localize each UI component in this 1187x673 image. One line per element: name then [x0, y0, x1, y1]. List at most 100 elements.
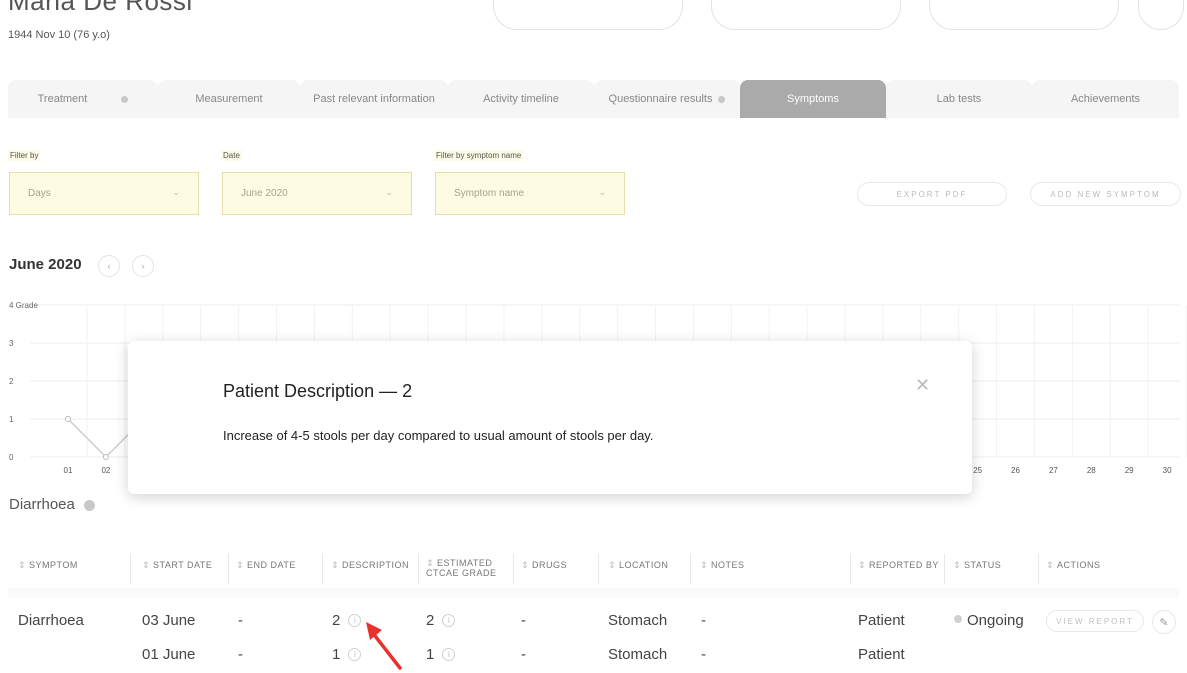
chevron-down-icon: ⌄ [598, 187, 606, 197]
cell-description: 1i [332, 646, 362, 663]
edit-icon[interactable]: ✎ [1152, 610, 1176, 634]
col-start-date[interactable]: ⇕ START DATE [142, 560, 212, 570]
status-label: Ongoing [967, 612, 1024, 629]
sort-icon: ⇕ [142, 560, 151, 570]
close-icon[interactable]: ✕ [915, 375, 930, 396]
cell-grade: 2i [426, 612, 456, 629]
tab-questionnaire-results[interactable]: Questionnaire results [594, 80, 740, 118]
cell-description: 2i [332, 612, 362, 629]
date-label: Date [221, 150, 242, 161]
header-pill-4[interactable] [1138, 0, 1184, 30]
symptom-status-dot [84, 500, 95, 511]
cell-notes: - [701, 612, 706, 629]
info-icon[interactable]: i [348, 648, 362, 661]
column-divider [322, 554, 323, 584]
filter-by-select[interactable]: Days ⌄ [9, 172, 199, 215]
data-point [102, 454, 109, 460]
col-location[interactable]: ⇕ LOCATION [608, 560, 668, 570]
sort-icon: ⇕ [18, 560, 27, 570]
col-description[interactable]: ⇕ DESCRIPTION [331, 560, 409, 570]
info-icon[interactable]: i [348, 614, 362, 627]
patient-dob: 1944 Nov 10 (76 y.o) [8, 29, 110, 41]
header-pill-1[interactable] [493, 0, 683, 30]
header-pill-3[interactable] [929, 0, 1119, 30]
cell-notes: - [701, 646, 706, 663]
col-end-date[interactable]: ⇕ END DATE [236, 560, 296, 570]
cell-grade: 1i [426, 646, 456, 663]
tab-activity-timeline[interactable]: Activity timeline [448, 80, 594, 118]
info-icon[interactable]: i [442, 614, 456, 627]
tab-achievements[interactable]: Achievements [1032, 80, 1179, 118]
sort-icon: ⇕ [700, 560, 709, 570]
sort-icon: ⇕ [608, 560, 617, 570]
x-tick-label: 28 [1087, 466, 1096, 475]
tab-treatment[interactable]: Treatment [8, 80, 158, 118]
cell-symptom: Diarrhoea [18, 612, 84, 629]
header-pill-2[interactable] [711, 0, 901, 30]
col-drugs[interactable]: ⇕ DRUGS [521, 560, 567, 570]
tab-label: Questionnaire results [608, 93, 713, 105]
filter-by-label: Filter by [8, 150, 41, 161]
y-tick-label: 3 [9, 339, 14, 348]
tab-alert-dot [718, 95, 726, 103]
data-point [65, 416, 71, 422]
col-symptom[interactable]: ⇕ SYMPTOM [18, 560, 78, 570]
x-tick-label: 26 [1011, 466, 1020, 475]
cell-reported-by: Patient [858, 612, 905, 629]
tab-label: Lab tests [936, 93, 982, 105]
red-arrow-icon [366, 622, 402, 670]
y-tick-label: 1 [9, 415, 14, 424]
col-status[interactable]: ⇕ STATUS [953, 560, 1001, 570]
y-tick-label: 2 [9, 377, 14, 386]
col-ctcae-grade[interactable]: ⇕ ESTIMATED CTCAE GRADE [426, 558, 512, 578]
info-icon[interactable]: i [442, 648, 456, 661]
chevron-down-icon: ⌄ [172, 187, 180, 197]
grade-value: 2 [426, 612, 435, 629]
cell-location: Stomach [608, 646, 668, 663]
patient-name: Maria De Rossi [8, 0, 193, 16]
cell-end-date: - [238, 612, 243, 629]
tab-symptoms[interactable]: Symptoms [740, 80, 886, 118]
prev-month-button[interactable]: ‹ [98, 255, 120, 277]
next-month-button[interactable]: › [132, 255, 154, 277]
column-divider [944, 554, 945, 584]
sort-icon: ⇕ [953, 560, 962, 570]
tab-label: Measurement [195, 93, 263, 105]
cell-drugs: - [521, 612, 526, 629]
tab-measurement[interactable]: Measurement [158, 80, 300, 118]
tab-bar: Treatment Measurement Past relevant info… [8, 80, 1179, 118]
cell-location: Stomach [608, 612, 668, 629]
tab-alert-dot [121, 95, 129, 103]
col-notes[interactable]: ⇕ NOTES [700, 560, 745, 570]
tab-label: Activity timeline [483, 93, 559, 105]
symptom-name-select[interactable]: Symptom name ⌄ [435, 172, 625, 215]
symptom-filter-label: Filter by symptom name [434, 150, 524, 161]
select-placeholder: Symptom name [454, 188, 525, 199]
x-tick-label: 27 [1049, 466, 1058, 475]
x-tick-label: 02 [101, 466, 110, 475]
sort-icon: ⇕ [858, 560, 867, 570]
cell-drugs: - [521, 646, 526, 663]
column-divider [1038, 554, 1039, 584]
x-tick-label: 30 [1163, 466, 1172, 475]
select-value: June 2020 [241, 188, 288, 199]
col-reported-by[interactable]: ⇕ REPORTED BY [858, 560, 939, 570]
patient-description-modal: Patient Description — 2 ✕ Increase of 4-… [128, 341, 972, 494]
sort-icon: ⇕ [1046, 560, 1055, 570]
x-tick-label: 01 [64, 466, 73, 475]
date-select[interactable]: June 2020 ⌄ [222, 172, 412, 215]
column-divider [418, 554, 419, 584]
export-pdf-button[interactable]: EXPORT PDF [857, 182, 1007, 206]
y-tick-label: 0 [9, 453, 14, 462]
tab-lab-tests[interactable]: Lab tests [886, 80, 1032, 118]
cell-start-date: 01 June [142, 646, 196, 663]
symptom-title: Diarrhoea [9, 496, 75, 513]
add-new-symptom-button[interactable]: ADD NEW SYMPTOM [1030, 182, 1181, 206]
cell-status: Ongoing [954, 612, 1024, 629]
sort-icon: ⇕ [331, 560, 340, 570]
chart-month-title: June 2020 [9, 256, 82, 273]
view-report-button[interactable]: VIEW REPORT [1046, 610, 1144, 632]
table-header-band [8, 588, 1179, 598]
sort-icon: ⇕ [426, 558, 435, 568]
tab-past-relevant-information[interactable]: Past relevant information [300, 80, 448, 118]
